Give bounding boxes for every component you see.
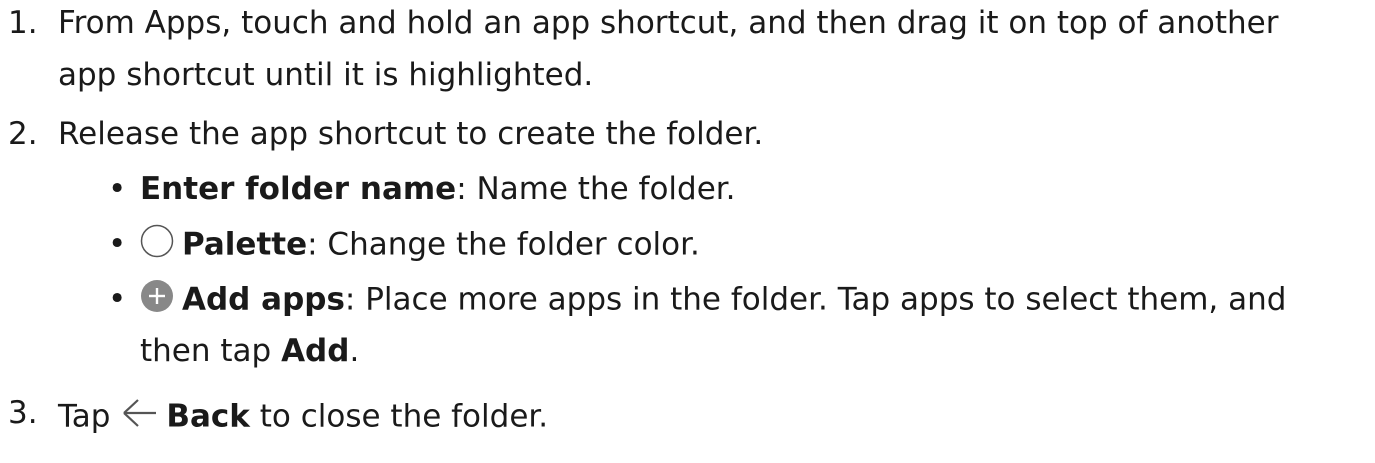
instructions-page: { "steps": [ { "number": "1.", "line1": …: [0, 0, 1375, 463]
step-2-number: 2.: [8, 116, 38, 152]
bullet-marker: •: [108, 171, 127, 207]
desc-enter-folder-name: : Name the folder.: [456, 171, 736, 207]
bullet-add-apps-line2: then tap Add.: [140, 331, 359, 371]
step-3-prefix: Tap: [58, 398, 121, 435]
term-add: Add: [281, 333, 350, 369]
step-1-text-line1: From Apps, touch and hold an app shortcu…: [58, 5, 1279, 41]
term-palette: Palette: [182, 226, 308, 263]
bullet-enter-folder-name: Enter folder name: Name the folder.: [140, 169, 736, 209]
desc-palette: : Change the folder color.: [307, 226, 700, 263]
step-3-text: Tap Back to close the folder.: [58, 393, 548, 443]
bullet-add-apps: Add apps: Place more apps in the folder.…: [140, 279, 1286, 323]
step-3-suffix: to close the folder.: [249, 398, 549, 435]
bullet-marker: •: [108, 226, 127, 262]
step-1-number: 1.: [8, 5, 38, 41]
term-back: Back: [166, 398, 250, 435]
palette-circle-icon: [140, 224, 174, 268]
bullet-palette: Palette: Change the folder color.: [140, 224, 700, 268]
step-1-text-line2: app shortcut until it is highlighted.: [58, 57, 594, 93]
step-2-text: Release the app shortcut to create the f…: [58, 116, 764, 152]
term-enter-folder-name: Enter folder name: [140, 171, 457, 207]
step-3-number: 3.: [8, 395, 38, 431]
desc-add-apps: : Place more apps in the folder. Tap app…: [344, 281, 1287, 318]
add-plus-icon: [140, 279, 174, 323]
add-apps-line2-suffix: .: [349, 333, 360, 369]
bullet-marker: •: [108, 281, 127, 317]
add-apps-line2-prefix: then tap: [140, 333, 282, 369]
back-arrow-icon: [120, 393, 160, 443]
term-add-apps: Add apps: [182, 281, 345, 318]
